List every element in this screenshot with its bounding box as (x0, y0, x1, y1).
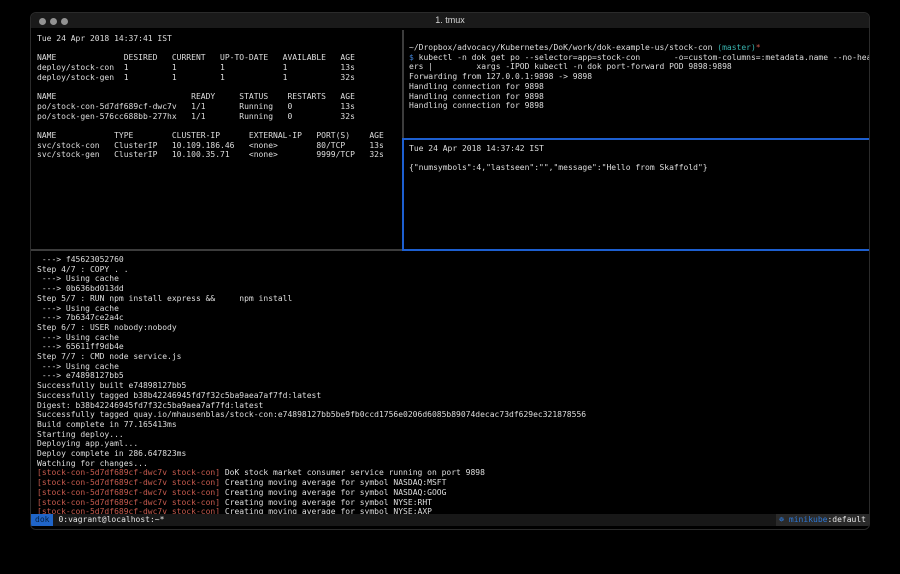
docker-build-output: ---> f45623052760 Step 4/7 : COPY . . --… (37, 255, 869, 468)
pane-port-forward[interactable]: ~/Dropbox/advocacy/Kubernetes/DoK/work/d… (404, 30, 869, 138)
kube-context-segment: ☸ minikube:default (776, 514, 869, 526)
command-text: kubectl -n dok get po --selector=app=sto… (414, 53, 869, 62)
git-branch: (master) (717, 43, 756, 52)
pod-log-prefix: [stock-con-5d7df689cf-dwc7v stock-con] (37, 468, 220, 477)
pane-kubectl-watch[interactable]: Tue 24 Apr 2018 14:37:41 IST NAME DESIRE… (31, 30, 402, 249)
window-tab-label[interactable]: 0:vagrant@localhost:~* (58, 514, 164, 526)
window-title: 1. tmux (31, 15, 869, 25)
git-dirty-marker: * (756, 43, 761, 52)
kubectl-watch-output: Tue 24 Apr 2018 14:37:41 IST NAME DESIRE… (37, 34, 402, 160)
terminal-window: 1. tmux Tue 24 Apr 2018 14:37:41 IST NAM… (30, 12, 870, 530)
pod-log-line: [stock-con-5d7df689cf-dwc7v stock-con] C… (37, 498, 869, 508)
pod-log-prefix: [stock-con-5d7df689cf-dwc7v stock-con] (37, 488, 220, 497)
cwd-path: ~/Dropbox/advocacy/Kubernetes/DoK/work/d… (409, 43, 717, 52)
pod-log-line: [stock-con-5d7df689cf-dwc7v stock-con] C… (37, 488, 869, 498)
service-response-output: Tue 24 Apr 2018 14:37:42 IST {"numsymbol… (409, 144, 869, 173)
terminal-content: Tue 24 Apr 2018 14:37:41 IST NAME DESIRE… (31, 30, 869, 529)
window-titlebar[interactable]: 1. tmux (31, 13, 869, 29)
pod-log-text: Creating moving average for symbol NASDA… (220, 478, 446, 487)
pod-log-text: Creating moving average for symbol NASDA… (220, 488, 446, 497)
shell-command-line: $ kubectl -n dok get po --selector=app=s… (409, 53, 869, 63)
desktop-background: 1. tmux Tue 24 Apr 2018 14:37:41 IST NAM… (0, 0, 900, 574)
port-forward-output: ers | xargs -IPOD kubectl -n dok port-fo… (409, 62, 869, 111)
pane-curl-output[interactable]: Tue 24 Apr 2018 14:37:42 IST {"numsymbol… (404, 140, 869, 249)
pod-log-prefix: [stock-con-5d7df689cf-dwc7v stock-con] (37, 498, 220, 507)
shell-prompt-path: ~/Dropbox/advocacy/Kubernetes/DoK/work/d… (409, 43, 869, 53)
tmux-status-bar: dok 0:vagrant@localhost:~* ☸ minikube:de… (31, 514, 869, 526)
kube-namespace: :default (827, 514, 866, 526)
session-name-badge[interactable]: dok (31, 514, 53, 526)
kube-context-name: minikube (784, 514, 827, 526)
pod-log-text: DoK stock market consumer service runnin… (220, 468, 485, 477)
pod-log-prefix: [stock-con-5d7df689cf-dwc7v stock-con] (37, 478, 220, 487)
pod-log-line: [stock-con-5d7df689cf-dwc7v stock-con] D… (37, 468, 869, 478)
pod-log-text: Creating moving average for symbol NYSE:… (220, 498, 432, 507)
pane-skaffold-log[interactable]: ---> f45623052760 Step 4/7 : COPY . . --… (31, 251, 869, 517)
pod-log-line: [stock-con-5d7df689cf-dwc7v stock-con] C… (37, 478, 869, 488)
